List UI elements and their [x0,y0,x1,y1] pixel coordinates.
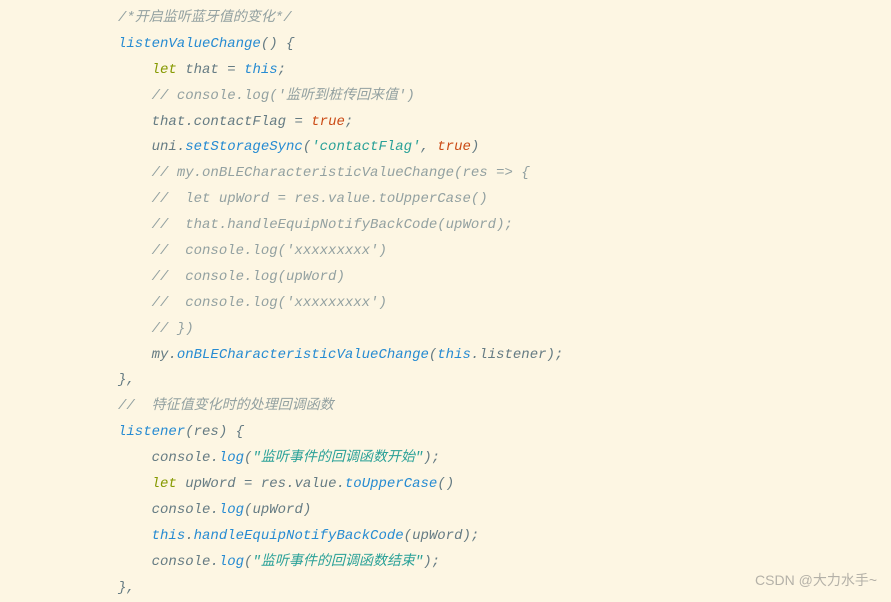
punct: ) [463,528,471,544]
punct: ; [471,528,479,544]
comment-line: // console.log('监听到桩传回来值') [152,88,415,104]
code-block: /*开启监听蓝牙值的变化*/ listenValueChange() { let… [0,0,891,602]
comment-line: // my.onBLECharacteristicValueChange(res… [152,165,530,181]
watermark: CSDN @大力水手~ [755,568,877,594]
punct: = [286,114,311,130]
ident: contactFlag [194,114,286,130]
function-def: listenValueChange [118,36,261,52]
ident: console. [152,450,219,466]
punct: ; [432,450,440,466]
punct: ; [278,62,286,78]
comment-line: // }) [152,321,194,337]
method: handleEquipNotifyBackCode [194,528,404,544]
ident: my. [152,347,177,363]
punct: ) [423,554,431,570]
punct: ) [547,347,555,363]
comment-line: // that.handleEquipNotifyBackCode(upWord… [152,217,513,233]
ident: console. [152,554,219,570]
string: 'contactFlag' [311,139,420,155]
comment-line: // console.log('xxxxxxxxx') [152,295,387,311]
keyword-let: let [152,62,177,78]
punct: ( [404,528,412,544]
method: toUpperCase [345,476,437,492]
ident: upWord [252,502,302,518]
punct: ) [303,502,311,518]
method: log [219,554,244,570]
punct: ) [423,450,431,466]
ident: upWord [412,528,462,544]
keyword-this: this [152,528,186,544]
punct: (res) { [185,424,244,440]
boolean: true [311,114,345,130]
comment-line: // 特征值变化时的处理回调函数 [118,398,334,414]
comment-line: // console.log('xxxxxxxxx') [152,243,387,259]
boolean: true [437,139,471,155]
comment-line: // let upWord = res.value.toUpperCase() [152,191,488,207]
punct: }, [118,372,135,388]
punct: . [336,476,344,492]
string: "监听事件的回调函数开始" [252,450,423,466]
comment-line: /*开启监听蓝牙值的变化*/ [118,10,292,26]
punct: ; [432,554,440,570]
keyword-this: this [437,347,471,363]
ident: uni. [152,139,186,155]
keyword-this: this [244,62,278,78]
punct: , [420,139,437,155]
method: setStorageSync [185,139,303,155]
punct: }, [118,580,135,596]
punct: = [244,476,261,492]
keyword-let: let [152,476,177,492]
ident: listener [479,347,546,363]
method: onBLECharacteristicValueChange [177,347,429,363]
ident: console. [152,502,219,518]
ident: that. [152,114,194,130]
method: log [219,502,244,518]
punct: () { [261,36,295,52]
method: log [219,450,244,466]
punct: ; [555,347,563,363]
punct: ( [303,139,311,155]
punct: = [227,62,244,78]
ident: upWord [177,476,244,492]
punct: . [185,528,193,544]
punct: ; [345,114,353,130]
punct: () [437,476,454,492]
function-def: listener [118,424,185,440]
string: "监听事件的回调函数结束" [252,554,423,570]
ident: that [177,62,227,78]
comment-line: // console.log(upWord) [152,269,345,285]
punct: ) [471,139,479,155]
ident: res. [261,476,295,492]
ident: value [294,476,336,492]
